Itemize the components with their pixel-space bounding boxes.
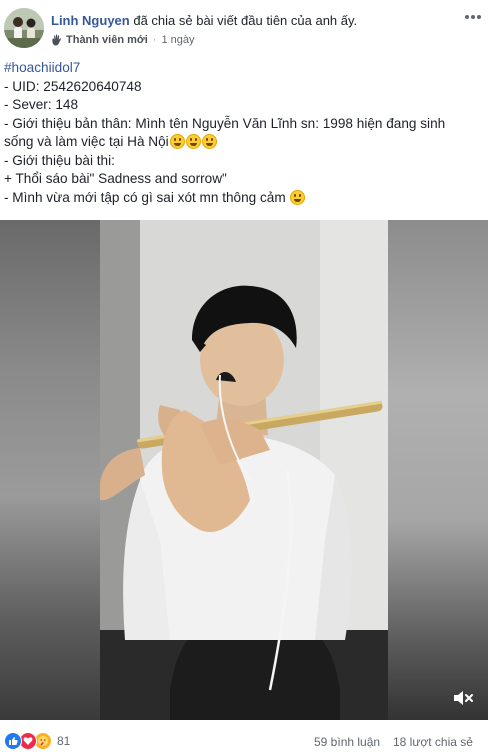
intro-line-1: - Giới thiệu bản thân: Mình tên Nguyễn V… — [4, 115, 446, 131]
grinning-emoji-icon — [185, 134, 201, 149]
author-action-text: đã chia sẻ bài viết đầu tiên của anh ấy. — [133, 13, 358, 28]
grinning-emoji-icon — [201, 134, 217, 149]
post-text: #hoachiidol7 - UID: 2542620640748 - Seve… — [4, 59, 482, 207]
post-footer: 81 59 bình luận 18 lượt chia sẻ — [0, 722, 488, 755]
video-blur-left — [0, 220, 100, 720]
more-dots-icon — [465, 15, 481, 19]
video-frame — [100, 220, 388, 720]
more-options-button[interactable] — [462, 8, 484, 26]
post-header: Linh Nguyen đã chia sẻ bài viết đầu tiên… — [0, 0, 488, 54]
intro-line-2-container: sống và làm việc tại Hà Nội — [4, 133, 482, 152]
post-timestamp[interactable]: 1 ngày — [161, 33, 194, 47]
comments-count-link[interactable]: 59 bình luận — [314, 735, 380, 749]
member-badge: Thành viên mới — [66, 34, 148, 46]
author-line: Linh Nguyen đã chia sẻ bài viết đầu tiên… — [51, 13, 357, 29]
grinning-emoji-icon — [169, 134, 185, 149]
meta-separator: · — [152, 34, 157, 46]
post-card: Linh Nguyen đã chia sẻ bài viết đầu tiên… — [0, 0, 488, 755]
author-name[interactable]: Linh Nguyen — [51, 13, 130, 28]
wave-hand-icon — [51, 34, 63, 46]
speaker-muted-icon — [454, 691, 473, 705]
mute-button[interactable] — [452, 688, 474, 708]
song-line: + Thổi sáo bài" Sadness and sorrow" — [4, 171, 227, 186]
song-intro-line: - Giới thiệu bài thi: — [4, 152, 115, 168]
avatar-image — [4, 8, 44, 48]
shares-count-link[interactable]: 18 lượt chia sẻ — [393, 735, 473, 749]
sweat-smile-emoji-icon — [290, 189, 306, 205]
video-player[interactable] — [0, 220, 488, 720]
intro-line-2: sống và làm việc tại Hà Nội — [4, 134, 169, 149]
reactions-summary[interactable]: 81 — [4, 732, 70, 750]
server-line: - Sever: 148 — [4, 97, 79, 112]
uid-line: - UID: 2542620640748 — [4, 78, 142, 94]
author-avatar[interactable] — [4, 8, 44, 48]
post-meta: Thành viên mới · 1 ngày — [51, 33, 194, 47]
closing-line-container: - Mình vừa mới tập có gì sai xót mn thôn… — [4, 189, 482, 208]
reaction-count: 81 — [57, 734, 71, 748]
closing-line: - Mình vừa mới tập có gì sai xót mn thôn… — [4, 189, 286, 205]
hashtag-link[interactable]: #hoachiidol7 — [4, 60, 80, 75]
like-icon — [4, 732, 22, 750]
video-blur-right — [388, 220, 488, 720]
